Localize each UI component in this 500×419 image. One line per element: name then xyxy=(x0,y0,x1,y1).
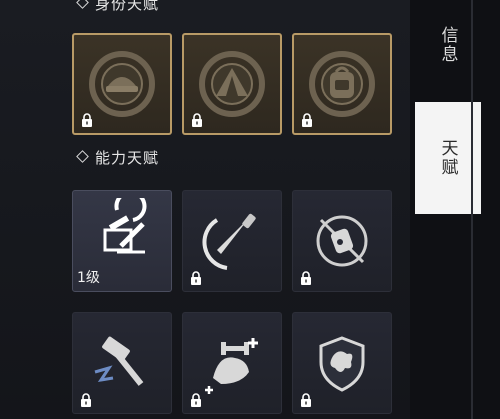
lock-icon xyxy=(191,393,201,407)
ability-card-shield[interactable] xyxy=(292,312,392,414)
ability-card-strength[interactable] xyxy=(182,312,282,414)
ability-section-title: 能力天赋 xyxy=(76,148,159,168)
level-label: 1级 xyxy=(77,270,100,286)
lock-icon xyxy=(82,113,92,127)
ability-card-canister[interactable] xyxy=(292,190,392,292)
lock-icon xyxy=(192,113,202,127)
hammer-smash-icon xyxy=(94,336,144,386)
lock-icon xyxy=(302,113,312,127)
flexed-arm-plus-icon xyxy=(205,338,258,394)
lock-icon xyxy=(191,271,201,285)
lock-icon xyxy=(301,271,311,285)
tab-bar-divider xyxy=(471,0,473,419)
diamond-bullet-icon xyxy=(76,150,89,163)
ability-card-hammer[interactable] xyxy=(72,312,172,414)
ability-card-knife[interactable] xyxy=(182,190,282,292)
lock-icon xyxy=(301,393,311,407)
ability-card-crafting[interactable]: 1级 xyxy=(72,190,172,292)
lock-icon xyxy=(81,393,91,407)
diamond-bullet-icon xyxy=(76,0,89,9)
identity-card-tent[interactable] xyxy=(182,33,282,135)
helmet-emblem-icon xyxy=(89,51,155,117)
side-tab-bar: 信息 天赋 xyxy=(410,0,500,419)
identity-card-backpack[interactable] xyxy=(292,33,392,135)
backpack-emblem-icon xyxy=(309,51,375,117)
identity-section-title: 身份天赋 xyxy=(76,0,159,14)
canister-circle-icon xyxy=(316,215,368,267)
tent-emblem-icon xyxy=(199,51,265,117)
crafting-tools-icon xyxy=(103,198,147,254)
identity-card-helmet[interactable] xyxy=(72,33,172,135)
talent-panel: 身份天赋 能力天赋 1级 xyxy=(0,0,410,419)
knife-slash-icon xyxy=(202,213,256,270)
shield-splatter-icon xyxy=(319,336,365,392)
